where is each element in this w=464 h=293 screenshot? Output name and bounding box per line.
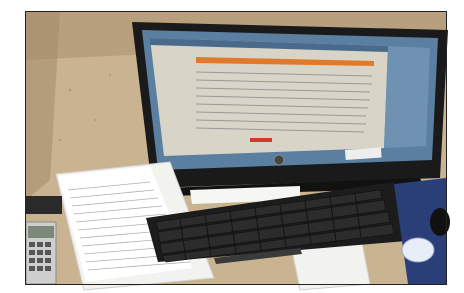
power-button-icon <box>273 154 285 166</box>
red-status-mark <box>250 138 272 142</box>
phone-base <box>26 196 62 214</box>
mousepad-logo <box>401 237 435 263</box>
calculator-icon <box>25 221 57 285</box>
desk-photo <box>0 0 464 293</box>
monitor-icon <box>132 22 448 196</box>
photo-frame <box>0 0 464 293</box>
